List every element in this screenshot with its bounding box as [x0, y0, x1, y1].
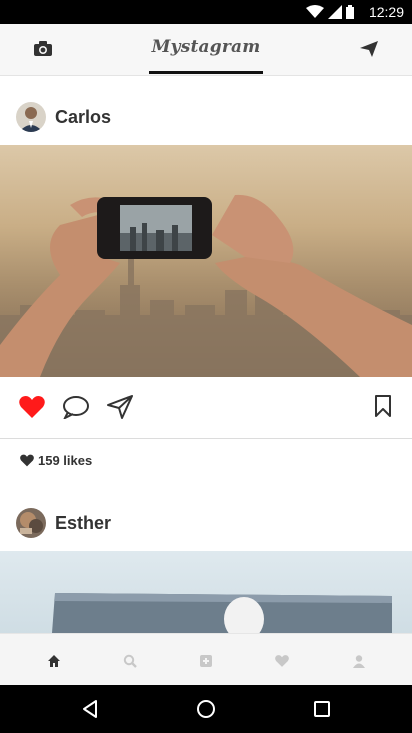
- post-actions: [0, 377, 412, 439]
- search-icon[interactable]: [123, 654, 137, 668]
- bookmark-icon[interactable]: [374, 395, 392, 417]
- profile-icon[interactable]: [352, 654, 366, 668]
- post-photo[interactable]: [0, 145, 412, 377]
- post-photo-art: [0, 194, 412, 377]
- home-button-icon[interactable]: [196, 699, 216, 719]
- post-header: Carlos: [0, 88, 412, 148]
- app-title: Mystagram: [151, 37, 261, 57]
- wifi-icon: [306, 5, 324, 18]
- bottom-navigation: [0, 633, 412, 685]
- post-header: Esther: [0, 494, 412, 554]
- avatar[interactable]: [16, 508, 46, 538]
- avatar-image: [16, 508, 46, 538]
- send-icon[interactable]: [360, 41, 378, 57]
- signal-icon: [328, 5, 342, 19]
- like-count[interactable]: 159 likes: [20, 453, 92, 468]
- home-icon[interactable]: [47, 654, 61, 668]
- app-header: Mystagram: [0, 24, 412, 76]
- share-icon[interactable]: [106, 395, 134, 419]
- post-username[interactable]: Carlos: [55, 107, 111, 128]
- post-photo[interactable]: [0, 551, 412, 633]
- post-username[interactable]: Esther: [55, 513, 111, 534]
- post-photo-art: [52, 593, 392, 633]
- heart-icon[interactable]: [19, 395, 45, 419]
- active-tab-indicator: [149, 71, 263, 74]
- back-icon[interactable]: [80, 699, 100, 719]
- system-navigation-bar: [0, 685, 412, 733]
- battery-icon: [346, 5, 354, 19]
- likes-text: 159 likes: [38, 453, 93, 468]
- likes-heart-icon: [20, 454, 34, 467]
- add-icon[interactable]: [199, 654, 213, 668]
- avatar-image: [16, 102, 46, 132]
- recents-icon[interactable]: [312, 699, 332, 719]
- comment-icon[interactable]: [62, 395, 90, 419]
- avatar[interactable]: [16, 102, 46, 132]
- status-icons: [306, 5, 354, 19]
- status-bar: 12:29: [0, 0, 412, 24]
- status-time: 12:29: [368, 4, 404, 20]
- activity-icon[interactable]: [275, 654, 289, 668]
